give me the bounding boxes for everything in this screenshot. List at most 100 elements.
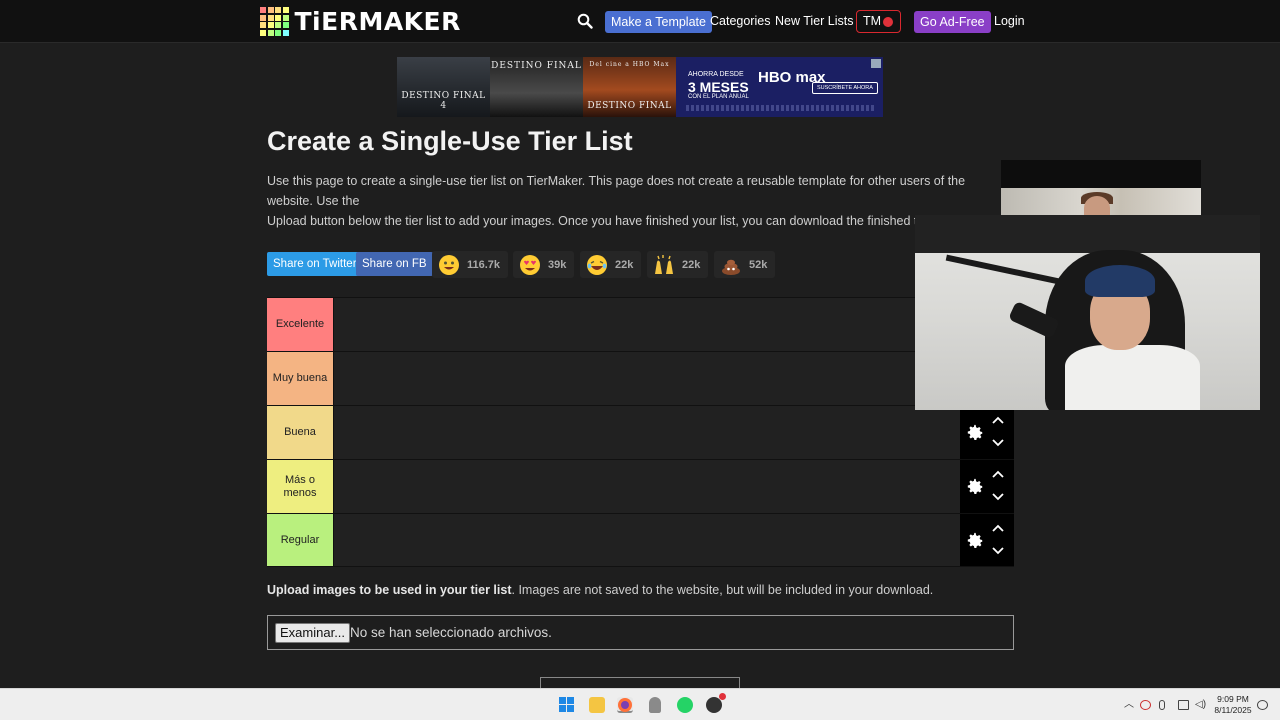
file-selection-status: No se han seleccionado archivos. bbox=[350, 625, 552, 640]
upload-instructions: Upload images to be used in your tier li… bbox=[267, 583, 933, 597]
tier-row-muy-buena: Muy buena bbox=[267, 351, 1014, 405]
ad-tile-top: Del cine a HBO Max bbox=[589, 61, 670, 68]
tray-app-icon[interactable] bbox=[1140, 700, 1151, 710]
microphone-app-icon[interactable] bbox=[649, 697, 661, 713]
tier-controls bbox=[960, 514, 1014, 566]
share-twitter-button[interactable]: Share on Twitter bbox=[267, 252, 363, 276]
reaction-count: 116.7k bbox=[467, 258, 501, 271]
chevron-down-icon[interactable] bbox=[992, 546, 1004, 556]
laughing-emoji-icon bbox=[587, 254, 607, 275]
tier-drop-zone[interactable] bbox=[334, 298, 960, 351]
ad-tile-destino-final: DESTINO FINAL bbox=[490, 57, 583, 117]
windows-start-icon[interactable] bbox=[559, 697, 575, 713]
reaction-count: 39k bbox=[548, 258, 567, 271]
tier-controls bbox=[960, 406, 1014, 459]
reaction-heart-eyes[interactable]: 39k bbox=[513, 251, 575, 278]
reaction-count: 22k bbox=[682, 258, 701, 271]
tier-drop-zone[interactable] bbox=[334, 352, 960, 405]
tier-row-regular: Regular bbox=[267, 513, 1014, 567]
chevron-up-icon[interactable] bbox=[992, 469, 1004, 479]
gear-icon[interactable] bbox=[966, 478, 984, 496]
webcam-person-face bbox=[1084, 196, 1110, 216]
tray-volume-icon[interactable]: ◁) bbox=[1195, 700, 1206, 710]
chevron-up-icon[interactable] bbox=[992, 523, 1004, 533]
raised-hands-emoji-icon bbox=[655, 254, 673, 274]
go-ad-free-button[interactable]: Go Ad-Free bbox=[914, 11, 991, 33]
reaction-count: 52k bbox=[749, 258, 768, 271]
windows-taskbar: ︿ ◁) 9:09 PM 8/11/2025 bbox=[0, 688, 1280, 720]
intro-text: Use this page to create a single-use tie… bbox=[267, 174, 1001, 228]
obs-icon[interactable] bbox=[706, 693, 726, 713]
heart-eyes-emoji-icon bbox=[520, 254, 540, 275]
chevron-down-icon[interactable] bbox=[992, 438, 1004, 448]
tier-controls bbox=[960, 460, 1014, 513]
ad-banner[interactable]: DESTINO FINAL 4 DESTINO FINAL Del cine a… bbox=[397, 57, 883, 117]
tier-label[interactable]: Buena bbox=[267, 406, 334, 459]
tier-drop-zone[interactable] bbox=[334, 514, 960, 566]
ad-tile-caption: DESTINO FINAL bbox=[491, 61, 582, 71]
clock-date: 8/11/2025 bbox=[1214, 705, 1252, 715]
tier-row-mas-o-menos: Más o menos bbox=[267, 459, 1014, 513]
tier-row-excelente: Excelente bbox=[267, 297, 1014, 351]
webcam-overlay-secondary bbox=[1001, 160, 1201, 216]
tray-chevron-up-icon[interactable]: ︿ bbox=[1124, 700, 1135, 710]
tm-live-button[interactable]: TM bbox=[856, 10, 901, 33]
tm-label: TM bbox=[863, 14, 882, 28]
tier-list-table: Excelente Muy buena Buena Más o menos Re… bbox=[267, 297, 1014, 567]
chevron-up-icon[interactable] bbox=[992, 415, 1004, 425]
login-link[interactable]: Login bbox=[994, 14, 1025, 28]
reaction-laughing[interactable]: 22k bbox=[580, 251, 642, 278]
whatsapp-icon[interactable] bbox=[677, 697, 693, 713]
tier-label[interactable]: Más o menos bbox=[267, 460, 334, 513]
tier-drop-zone[interactable] bbox=[334, 406, 960, 459]
tier-label[interactable]: Muy buena bbox=[267, 352, 334, 405]
logo-text: TiERMAKER bbox=[294, 7, 461, 36]
webcam-person-shirt bbox=[1065, 345, 1200, 410]
logo-grid-icon bbox=[260, 7, 289, 36]
webcam-shelf bbox=[915, 215, 1260, 253]
notifications-icon[interactable] bbox=[1257, 700, 1268, 710]
grin-emoji-icon bbox=[439, 254, 459, 275]
search-icon[interactable] bbox=[577, 13, 593, 29]
upload-instructions-rest: . Images are not saved to the website, b… bbox=[511, 583, 934, 597]
reaction-grin[interactable]: 116.7k bbox=[432, 251, 509, 278]
tier-row-buena: Buena bbox=[267, 405, 1014, 459]
adchoices-icon[interactable] bbox=[871, 59, 881, 68]
clock-time: 9:09 PM bbox=[1217, 694, 1249, 704]
ad-hbo-promo: AHORRA DESDE 3 MESES CON EL PLAN ANUAL H… bbox=[676, 57, 883, 117]
ad-tile-caption: DESTINO FINAL bbox=[587, 101, 672, 111]
gear-icon[interactable] bbox=[966, 532, 984, 550]
top-nav-bar: TiERMAKER Make a Template Categories New… bbox=[0, 0, 1280, 43]
poop-emoji-icon bbox=[722, 259, 740, 275]
upload-instructions-bold: Upload images to be used in your tier li… bbox=[267, 583, 512, 597]
taskbar-clock[interactable]: 9:09 PM 8/11/2025 bbox=[1212, 694, 1254, 716]
chevron-down-icon[interactable] bbox=[992, 492, 1004, 502]
page-title: Create a Single-Use Tier List bbox=[267, 126, 633, 156]
ad-tile-hbo-cine: Del cine a HBO Max DESTINO FINAL bbox=[583, 57, 676, 117]
tiermaker-logo[interactable]: TiERMAKER bbox=[260, 7, 461, 36]
reaction-raised-hands[interactable]: 22k bbox=[647, 251, 709, 278]
file-explorer-icon[interactable] bbox=[589, 697, 605, 713]
firefox-icon[interactable] bbox=[617, 697, 633, 713]
new-tier-lists-link[interactable]: New Tier Lists bbox=[775, 14, 854, 28]
ad-promo-line: AHORRA DESDE bbox=[688, 71, 744, 78]
share-facebook-button[interactable]: Share on FB bbox=[356, 252, 433, 276]
reaction-count: 22k bbox=[615, 258, 634, 271]
tier-label[interactable]: Regular bbox=[267, 514, 334, 566]
webcam-overlay-main bbox=[915, 215, 1260, 410]
live-dot-icon bbox=[883, 17, 893, 27]
reaction-poop[interactable]: 52k bbox=[714, 251, 776, 278]
make-template-button[interactable]: Make a Template bbox=[605, 11, 712, 33]
tier-drop-zone[interactable] bbox=[334, 460, 960, 513]
categories-link[interactable]: Categories bbox=[710, 14, 770, 28]
file-upload-field[interactable]: Examinar... No se han seleccionado archi… bbox=[267, 615, 1014, 650]
ad-tile-caption: DESTINO FINAL 4 bbox=[401, 91, 486, 111]
ad-cta-button[interactable]: SUSCRÍBETE AHORA bbox=[812, 82, 878, 94]
ad-promo-headline: 3 MESES bbox=[688, 79, 749, 95]
gear-icon[interactable] bbox=[966, 424, 984, 442]
tier-label[interactable]: Excelente bbox=[267, 298, 334, 351]
browse-files-button[interactable]: Examinar... bbox=[275, 623, 351, 643]
ad-fine-print bbox=[686, 105, 876, 111]
tray-display-icon[interactable] bbox=[1178, 700, 1189, 710]
tray-microphone-icon[interactable] bbox=[1159, 700, 1165, 710]
